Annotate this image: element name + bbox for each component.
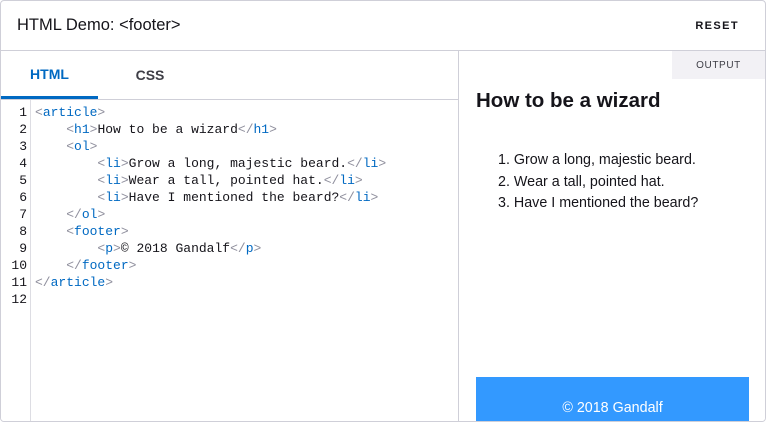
- code-tag-name: li: [354, 190, 371, 205]
- code-text: Have I mentioned the beard?: [128, 190, 340, 205]
- code-editor-panel: HTML CSS 1 2 3 4 5 6 7 8 9 10 11 12 <article> <h1>H…: [1, 51, 459, 421]
- line-number: 5: [19, 173, 27, 188]
- code-bracket: </: [347, 156, 363, 171]
- line-number: 10: [11, 258, 27, 273]
- demo-title: HTML Demo: <footer>: [17, 16, 181, 34]
- line-number: 4: [19, 156, 27, 171]
- code-bracket: >: [120, 156, 129, 171]
- code-line: <p>© 2018 Gandalf</p>: [35, 240, 261, 257]
- code-bracket: </: [35, 275, 51, 290]
- code-tag-name: p: [105, 241, 114, 256]
- code-bracket: >: [378, 156, 387, 171]
- code-tag-name: h1: [74, 122, 90, 137]
- output-footer-text: © 2018 Gandalf: [562, 400, 663, 416]
- code-tag-name: footer: [81, 258, 129, 273]
- code-bracket: <: [66, 224, 75, 239]
- code-text: How to be a wizard: [97, 122, 238, 137]
- code-line: <li>Have I mentioned the beard?</li>: [35, 189, 378, 206]
- demo-header: HTML Demo: <footer> RESET: [1, 1, 765, 51]
- code-tag-name: h1: [253, 122, 270, 137]
- code-bracket: >: [120, 173, 129, 188]
- code-tag-name: article: [42, 105, 98, 120]
- tab-html[interactable]: HTML: [1, 51, 98, 99]
- code-tag-name: ol: [74, 139, 90, 154]
- output-footer: © 2018 Gandalf: [476, 377, 749, 421]
- code-line: <ol>: [35, 138, 97, 155]
- output-heading: How to be a wizard: [476, 89, 661, 112]
- code-bracket: <: [35, 105, 43, 120]
- code-line: <h1>How to be a wizard</h1>: [35, 121, 277, 138]
- code-bracket: >: [269, 122, 277, 137]
- tab-css[interactable]: CSS: [98, 51, 202, 99]
- code-bracket: <: [66, 122, 75, 137]
- code-bracket: >: [354, 173, 363, 188]
- output-list-item: 1. Grow a long, majestic beard.: [498, 152, 696, 168]
- line-number: 7: [19, 207, 27, 222]
- code-bracket: </: [339, 190, 355, 205]
- code-bracket: </: [66, 258, 82, 273]
- code-tag-name: ol: [81, 207, 98, 222]
- editor-tabs: HTML CSS: [1, 51, 459, 100]
- output-list-item: 3. Have I mentioned the beard?: [498, 195, 699, 211]
- code-bracket: </: [237, 122, 254, 137]
- code-bracket: >: [128, 258, 137, 273]
- code-text: Wear a tall, pointed hat.: [128, 173, 324, 188]
- code-bracket: >: [120, 190, 129, 205]
- code-bracket: >: [120, 224, 129, 239]
- code-line: </article>: [35, 274, 113, 291]
- code-line: </ol>: [35, 206, 105, 223]
- output-label: OUTPUT: [672, 51, 765, 79]
- code-tag-name: li: [105, 190, 121, 205]
- code-line: <footer>: [35, 223, 129, 240]
- code-bracket: >: [105, 275, 114, 290]
- code-line: <li>Grow a long, majestic beard.</li>: [35, 155, 386, 172]
- line-number: 8: [19, 224, 27, 239]
- code-bracket: >: [97, 207, 106, 222]
- code-bracket: </: [66, 207, 82, 222]
- line-number: 2: [19, 122, 27, 137]
- line-number: 6: [19, 190, 27, 205]
- line-number: 11: [11, 275, 27, 290]
- line-number: 3: [19, 139, 27, 154]
- code-tag-name: li: [362, 156, 379, 171]
- code-bracket: >: [370, 190, 379, 205]
- code-tag-name: li: [105, 173, 121, 188]
- code-tag-name: li: [105, 156, 121, 171]
- output-panel: OUTPUT How to be a wizard 1. Grow a long…: [460, 51, 765, 421]
- code-bracket: >: [97, 105, 106, 120]
- code-bracket: </: [230, 241, 246, 256]
- line-number: 1: [19, 105, 27, 120]
- code-text: Grow a long, majestic beard.: [128, 156, 348, 171]
- code-bracket: <: [66, 139, 75, 154]
- code-bracket: >: [89, 139, 98, 154]
- code-tag-name: footer: [74, 224, 121, 239]
- code-bracket: >: [113, 241, 121, 256]
- reset-button[interactable]: RESET: [695, 20, 739, 32]
- code-bracket: >: [253, 241, 262, 256]
- code-line: </footer>: [35, 257, 136, 274]
- code-tag-name: article: [50, 275, 106, 290]
- line-number: 12: [11, 292, 27, 307]
- code-tag-name: p: [245, 241, 254, 256]
- demo-frame: HTML Demo: <footer> RESET HTML CSS 12345…: [0, 0, 766, 422]
- code-bracket: </: [323, 173, 340, 188]
- code-line: <li>Wear a tall, pointed hat.</li>: [35, 172, 363, 189]
- code-tag-name: li: [339, 173, 355, 188]
- output-list-item: 2. Wear a tall, pointed hat.: [498, 173, 665, 190]
- line-number-gutter: 1 2 3 4 5 6 7 8 9 10 11 12: [1, 100, 31, 421]
- code-line: <article>: [35, 104, 105, 121]
- code-area[interactable]: 1 2 3 4 5 6 7 8 9 10 11 12 <article> <h1>How to be …: [1, 100, 458, 421]
- code-text: © 2018 Gandalf: [120, 241, 231, 256]
- output-list: 1. Grow a long, majestic beard. 2. Wear …: [498, 150, 698, 215]
- line-number: 9: [19, 241, 27, 256]
